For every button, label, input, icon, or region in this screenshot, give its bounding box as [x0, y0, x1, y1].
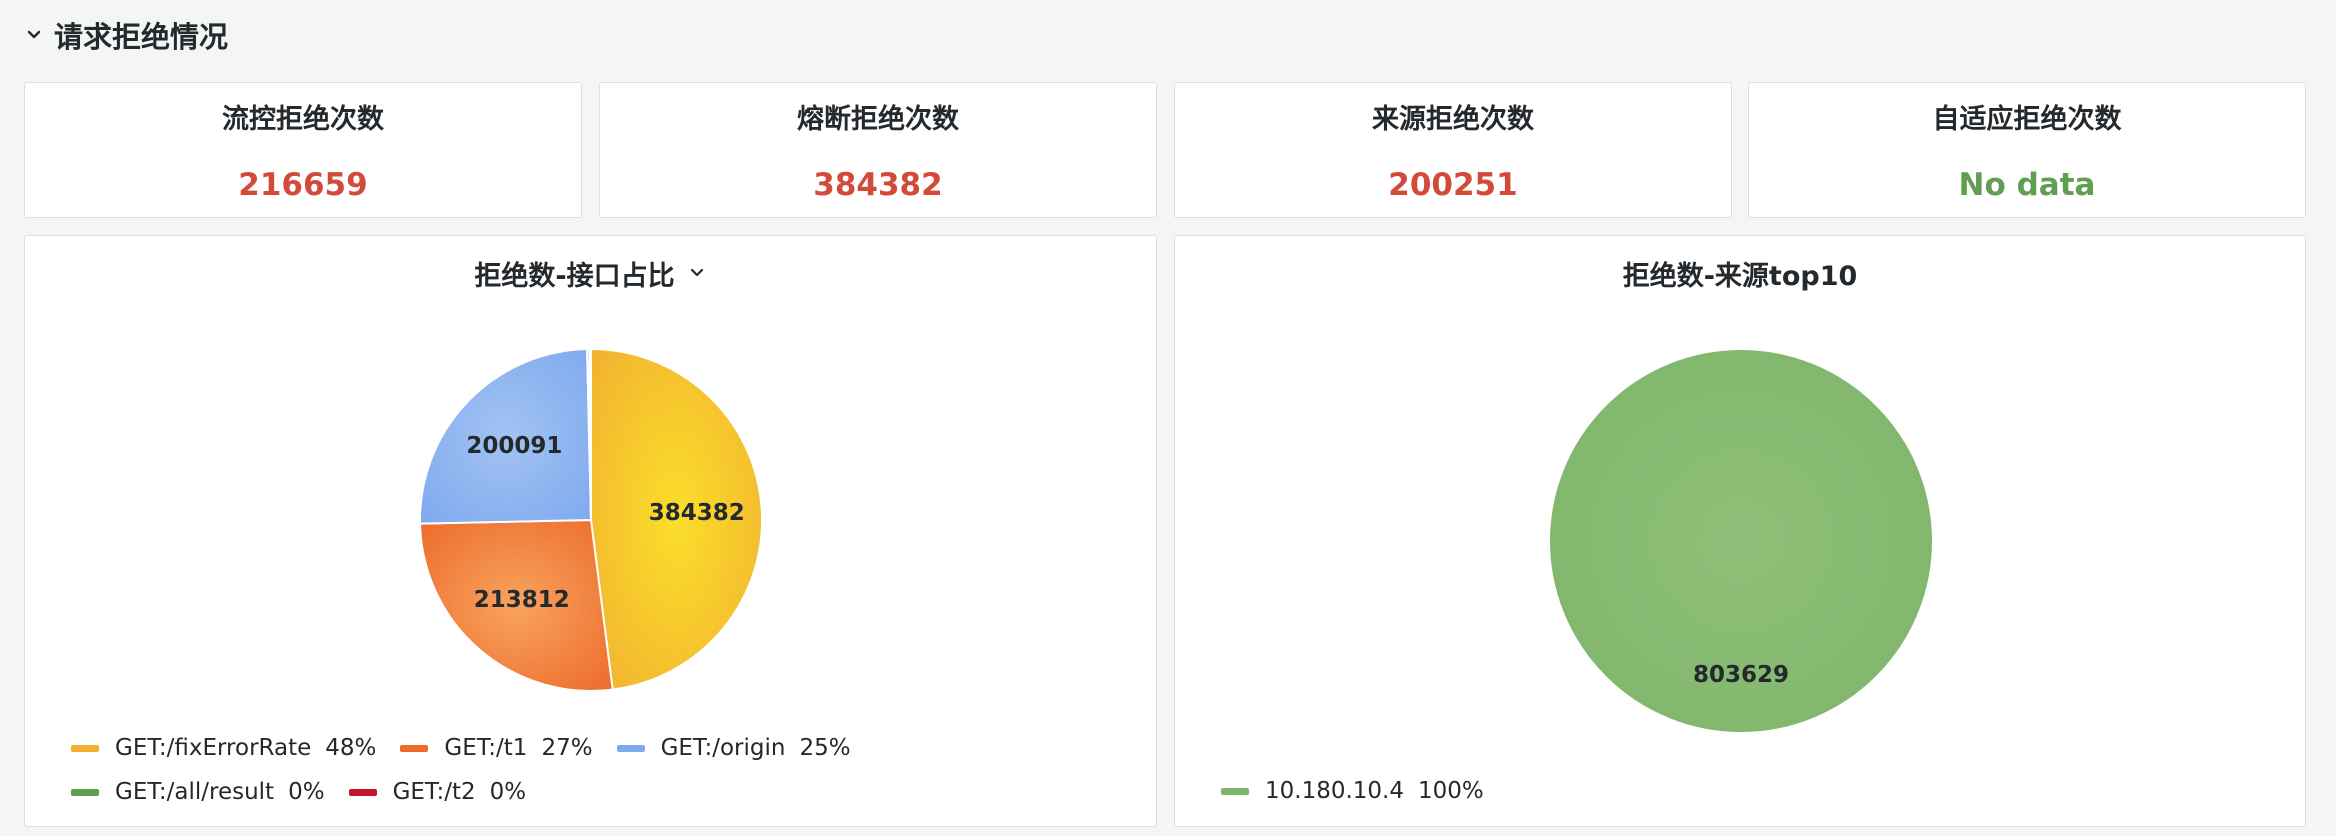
stat-panel-adaptive[interactable]: 自适应拒绝次数 No data — [1748, 82, 2306, 218]
legend-label: GET:/t2 — [392, 779, 476, 805]
stat-title: 来源拒绝次数 — [1372, 103, 1534, 135]
pie-panel-source[interactable]: 拒绝数-来源top10 803629 10.180.10.4 100% — [1174, 235, 2306, 827]
legend-percent: 0% — [489, 779, 527, 805]
legend-swatch — [71, 788, 99, 796]
stat-value: 384382 — [813, 167, 943, 203]
legend-item[interactable]: 10.180.10.4 100% — [1221, 769, 1484, 813]
legend-item[interactable]: GET:/fixErrorRate 48% — [71, 726, 376, 770]
legend-swatch — [348, 788, 377, 796]
stat-title: 流控拒绝次数 — [222, 103, 384, 135]
legend: GET:/fixErrorRate 48% GET:/t1 27% GET:/origi… — [71, 726, 1136, 814]
stat-value: 216659 — [238, 167, 368, 203]
legend-swatch — [1221, 787, 1249, 795]
legend-label: 10.180.10.4 — [1265, 778, 1404, 804]
legend-label: GET:/all/result — [115, 779, 275, 805]
row-title: 请求拒绝情况 — [54, 20, 229, 54]
pie-panel-interface[interactable]: 拒绝数-接口占比 384382 213812 200091 GET:/fixErro… — [24, 235, 1157, 827]
legend-label: GET:/origin — [660, 735, 786, 761]
legend-percent: 48% — [325, 735, 377, 761]
legend-swatch — [616, 744, 645, 752]
stat-panel-source[interactable]: 来源拒绝次数 200251 — [1174, 82, 1732, 218]
pie-chart-source: 803629 — [1548, 348, 1934, 734]
legend-label: GET:/t1 — [444, 735, 528, 761]
legend-item[interactable]: GET:/origin 25% — [616, 726, 851, 770]
legend: 10.180.10.4 100% — [1221, 769, 2285, 813]
legend-swatch — [71, 744, 99, 752]
chevron-down-icon[interactable] — [24, 25, 44, 45]
legend-percent: 25% — [799, 735, 851, 761]
legend-item[interactable]: GET:/all/result 0% — [71, 770, 325, 814]
stat-panel-flow-control[interactable]: 流控拒绝次数 216659 — [24, 82, 582, 218]
row-header[interactable]: 请求拒绝情况 — [24, 14, 228, 56]
stat-value: 200251 — [1388, 167, 1518, 203]
legend-item[interactable]: GET:/t1 27% — [400, 726, 593, 770]
legend-swatch — [400, 744, 429, 752]
legend-item[interactable]: GET:/t2 0% — [348, 770, 527, 814]
legend-percent: 0% — [288, 779, 325, 805]
slice-value-label: 213812 — [474, 587, 570, 613]
legend-percent: 100% — [1418, 778, 1484, 804]
slice-value-label: 803629 — [1693, 662, 1789, 688]
slice-value-label: 200091 — [466, 433, 562, 459]
stat-title: 熔断拒绝次数 — [797, 103, 959, 135]
legend-percent: 27% — [541, 735, 593, 761]
stat-value: No data — [1958, 167, 2096, 203]
stat-panel-circuit-breaker[interactable]: 熔断拒绝次数 384382 — [599, 82, 1157, 218]
legend-label: GET:/fixErrorRate — [115, 735, 312, 761]
stat-title: 自适应拒绝次数 — [1932, 103, 2122, 135]
slice-value-label: 384382 — [649, 500, 745, 526]
pie-chart-interface: 384382 213812 200091 — [419, 348, 764, 693]
